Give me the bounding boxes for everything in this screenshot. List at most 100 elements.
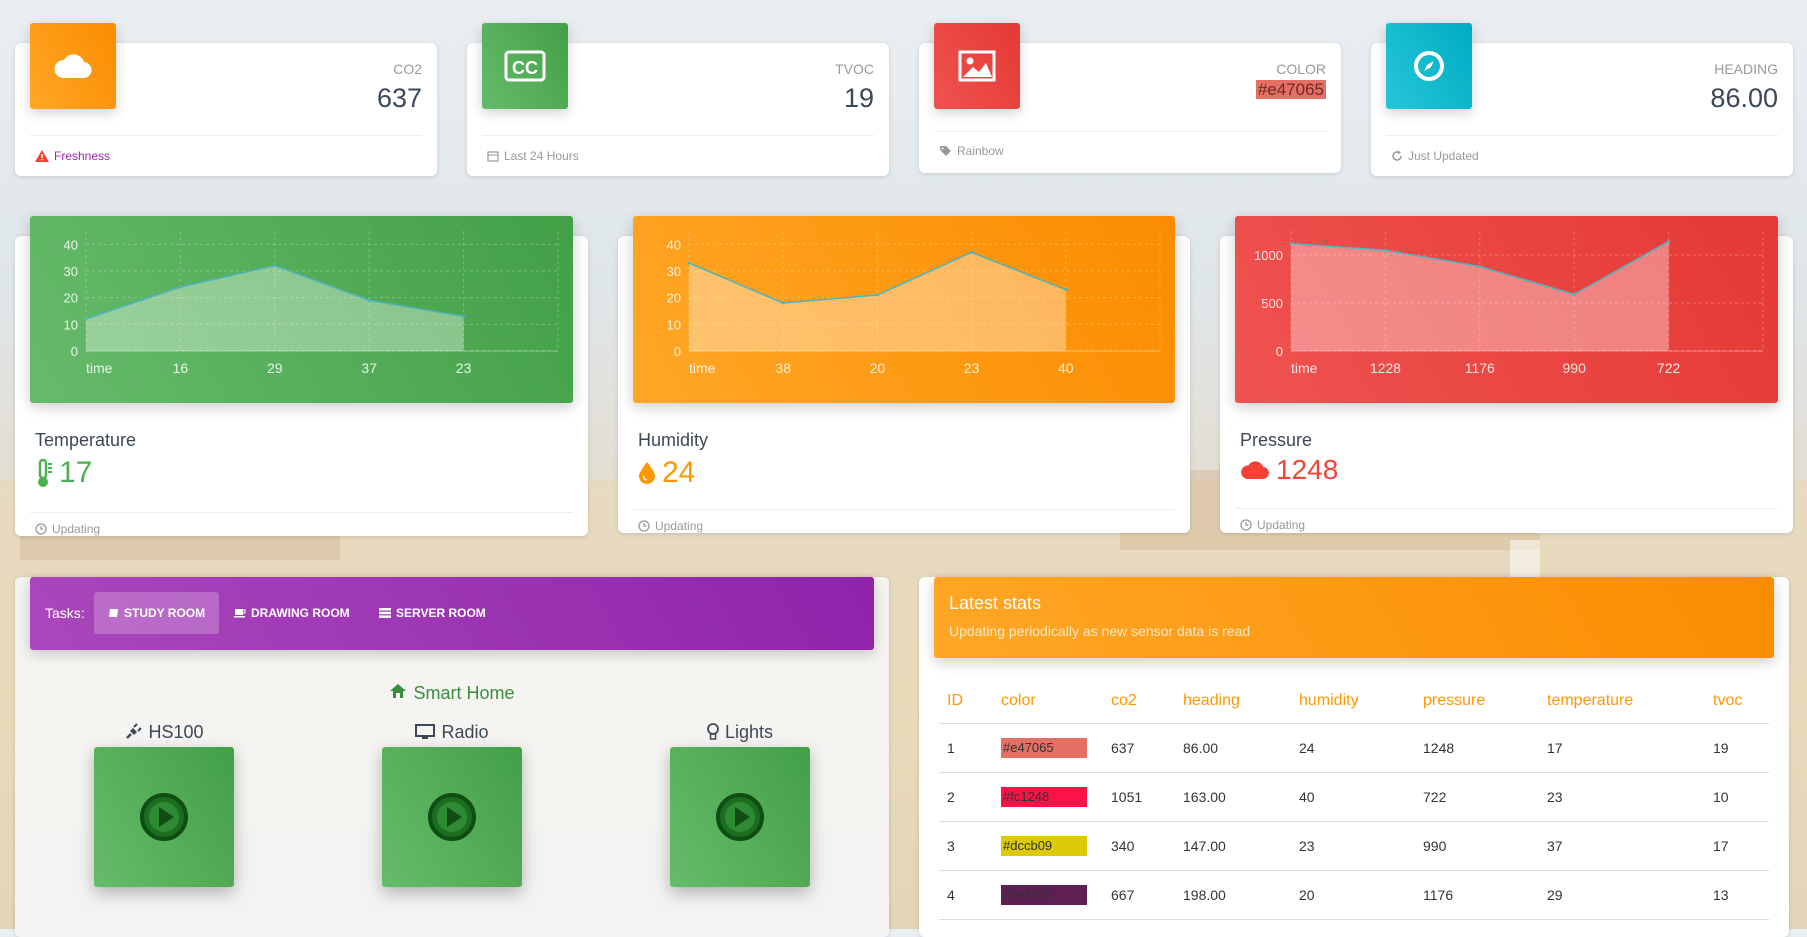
stat-category: HEADING (1714, 61, 1778, 77)
clock-icon (1240, 519, 1252, 531)
clock-icon (638, 520, 650, 532)
x-tick-label: 1228 (1370, 360, 1401, 376)
divider (1235, 508, 1778, 509)
color-swatch: #dccb09 (1001, 836, 1087, 856)
col-header: pressure (1415, 679, 1539, 724)
data-point (687, 261, 691, 265)
device-toggle-button[interactable] (670, 747, 810, 887)
y-tick-label: 1000 (1254, 248, 1283, 263)
stat-card-color: COLOR #e47065 Rainbow (919, 23, 1341, 173)
table-row: 1 #e47065 637 86.00 24 1248 17 19 (939, 723, 1769, 773)
cup-icon (234, 609, 246, 618)
chart-title: Pressure (1240, 430, 1313, 450)
col-header: humidity (1291, 679, 1415, 724)
droplet-icon (639, 462, 655, 484)
tasks-label: Tasks: (45, 605, 85, 621)
divider (30, 512, 573, 513)
thermometer-icon (38, 458, 52, 487)
chart-card-pressure: 0 500 1000 time 1228 1176 990 722 Pressure 1248… (1220, 216, 1793, 533)
color-swatch: #fc1248 (1001, 787, 1087, 807)
device-radio: Radio (382, 721, 522, 887)
cloud-icon (30, 23, 116, 109)
col-header: temperature (1539, 679, 1705, 724)
y-tick-label: 40 (667, 237, 681, 252)
cloud-icon (1241, 461, 1269, 480)
y-tick-label: 0 (674, 344, 681, 359)
stat-value: 86.00 (1710, 83, 1778, 113)
warning-icon (35, 150, 49, 162)
play-icon (140, 793, 188, 841)
humidity-chart: 0 10 20 30 40 time 38 20 23 40 (633, 216, 1175, 403)
x-tick-label: 38 (775, 360, 791, 376)
device-toggle-button[interactable] (382, 747, 522, 887)
y-tick-label: 500 (1261, 296, 1283, 311)
device-toggle-button[interactable] (94, 747, 234, 887)
stat-footer: Rainbow (957, 144, 1004, 158)
stat-card-tvoc: CC TVOC 19 Last 24 Hours (467, 23, 889, 176)
data-point (1064, 288, 1068, 292)
y-tick-label: 0 (1276, 344, 1283, 359)
divider (934, 131, 1326, 132)
divider (1386, 135, 1778, 136)
data-point (875, 293, 879, 297)
col-header: co2 (1103, 679, 1175, 724)
y-tick-label: 30 (64, 264, 78, 279)
table-row: 2 #fc1248 1051 163.00 40 722 23 10 (939, 772, 1769, 822)
stat-category: CO2 (393, 61, 422, 77)
x-tick-label: time (86, 360, 113, 376)
y-tick-label: 0 (71, 344, 78, 359)
monitor-icon (415, 724, 436, 739)
stat-value: 19 (843, 83, 874, 113)
device-label: Radio (441, 721, 489, 742)
data-point (273, 264, 277, 268)
x-tick-label: 990 (1563, 360, 1587, 376)
y-tick-label: 10 (64, 317, 78, 332)
y-tick-label: 40 (64, 237, 78, 252)
tab-server-room[interactable]: SERVER ROOM (365, 592, 500, 634)
data-point (1383, 248, 1387, 252)
x-tick-label: time (689, 360, 716, 376)
x-tick-label: 23 (456, 360, 472, 376)
data-point (781, 301, 785, 305)
latest-stats-subtitle: Updating periodically as new sensor data… (949, 623, 1251, 639)
chart-title: Temperature (35, 430, 137, 450)
color-swatch: #e47065 (1001, 738, 1087, 758)
tag-icon (940, 145, 951, 156)
x-tick-label: 23 (964, 360, 980, 376)
stat-value: 637 (376, 83, 422, 113)
x-tick-label: 40 (1058, 360, 1074, 376)
device-hs100: HS100 (94, 721, 234, 887)
x-tick-label: 722 (1657, 360, 1681, 376)
device-lights: Lights (670, 721, 810, 887)
play-icon (428, 793, 476, 841)
data-point (1289, 241, 1293, 245)
stat-footer[interactable]: Freshness (54, 149, 110, 163)
x-tick-label: time (1291, 360, 1318, 376)
stat-footer: Just Updated (1408, 149, 1479, 163)
device-label: HS100 (148, 721, 204, 742)
cc-icon: CC (482, 23, 568, 109)
stat-card-co2: CO2 637 Freshness (15, 23, 437, 176)
plug-icon (126, 723, 143, 739)
svg-text:CC: CC (512, 58, 538, 78)
server-icon (379, 608, 391, 618)
x-tick-label: 37 (361, 360, 377, 376)
latest-stats-header: Latest stats Updating periodically as ne… (934, 577, 1774, 658)
y-tick-label: 30 (667, 264, 681, 279)
play-icon (716, 793, 764, 841)
data-point (1667, 240, 1671, 244)
table-row: 3 #dccb09 340 147.00 23 990 37 17 (939, 821, 1769, 871)
data-point (1478, 265, 1482, 269)
stat-category: COLOR (1276, 61, 1326, 77)
data-point (462, 314, 466, 318)
tab-drawing-room[interactable]: DRAWING ROOM (220, 592, 364, 634)
area-fill (86, 265, 464, 351)
latest-stats-card: Latest stats Updating periodically as ne… (919, 577, 1789, 937)
chart-title: Humidity (638, 430, 709, 450)
color-swatch: #5e1f55 (1001, 885, 1087, 905)
x-tick-label: 16 (173, 360, 189, 376)
stat-category: TVOC (835, 61, 874, 77)
y-tick-label: 10 (667, 317, 681, 332)
tab-study-room[interactable]: STUDY ROOM (94, 592, 220, 634)
stats-table: ID color co2 heading humidity pressure t… (939, 679, 1769, 920)
